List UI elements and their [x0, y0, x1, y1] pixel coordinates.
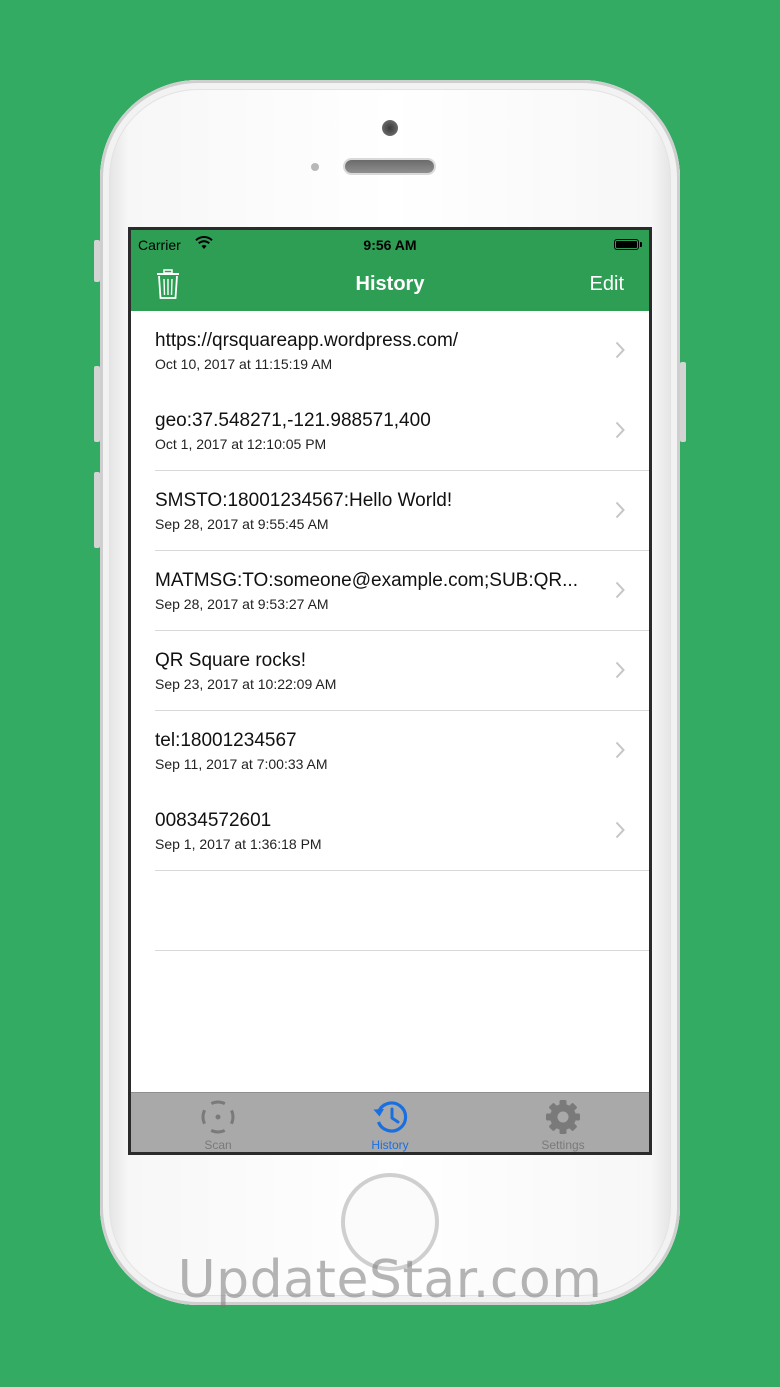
empty-row [131, 871, 649, 951]
tab-label: Scan [204, 1138, 232, 1152]
list-item[interactable]: MATMSG:TO:someone@example.com;SUB:QR... … [131, 551, 649, 631]
front-camera [382, 120, 398, 136]
item-title: geo:37.548271,-121.988571,400 [155, 410, 431, 431]
item-title: https://qrsquareapp.wordpress.com/ [155, 330, 459, 351]
item-date: Sep 1, 2017 at 1:36:18 PM [155, 836, 322, 852]
chevron-right-icon [615, 821, 625, 839]
tab-scan[interactable]: Scan [158, 1093, 278, 1152]
item-title: MATMSG:TO:someone@example.com;SUB:QR... [155, 570, 578, 591]
item-date: Sep 28, 2017 at 9:53:27 AM [155, 596, 329, 612]
item-title: tel:18001234567 [155, 730, 297, 751]
proximity-sensor [311, 163, 319, 171]
list-item[interactable]: https://qrsquareapp.wordpress.com/ Oct 1… [131, 311, 649, 391]
tab-bar: Scan History Settings [131, 1092, 649, 1152]
page-title: History [355, 273, 425, 295]
item-date: Oct 10, 2017 at 11:15:19 AM [155, 356, 333, 372]
gear-icon [546, 1100, 580, 1134]
chevron-right-icon [615, 581, 625, 599]
item-date: Sep 28, 2017 at 9:55:45 AM [155, 516, 329, 532]
stage: Carrier 9:56 AM History Edit https://qrs… [0, 0, 780, 1387]
battery-icon [614, 239, 642, 250]
edit-button[interactable]: Edit [590, 273, 624, 296]
tab-label: History [371, 1138, 409, 1152]
scan-icon [201, 1100, 235, 1134]
row-divider [155, 950, 649, 951]
history-list: https://qrsquareapp.wordpress.com/ Oct 1… [131, 311, 649, 951]
item-date: Oct 1, 2017 at 12:10:05 PM [155, 436, 327, 452]
chevron-right-icon [615, 501, 625, 519]
screen: Carrier 9:56 AM History Edit https://qrs… [128, 227, 652, 1155]
status-time: 9:56 AM [363, 237, 417, 253]
navigation-bar: History Edit [131, 258, 649, 311]
item-title: SMSTO:18001234567:Hello World! [155, 490, 453, 511]
tab-label: Settings [541, 1138, 585, 1152]
list-item[interactable]: geo:37.548271,-121.988571,400 Oct 1, 201… [131, 391, 649, 471]
list-item[interactable]: 00834572601 Sep 1, 2017 at 1:36:18 PM [131, 791, 649, 871]
item-title: 00834572601 [155, 810, 272, 831]
item-title: QR Square rocks! [155, 650, 306, 671]
list-item[interactable]: QR Square rocks! Sep 23, 2017 at 10:22:0… [131, 631, 649, 711]
tab-settings[interactable]: Settings [503, 1093, 623, 1152]
list-item[interactable]: tel:18001234567 Sep 11, 2017 at 7:00:33 … [131, 711, 649, 791]
earpiece-speaker [345, 160, 434, 173]
list-item[interactable]: SMSTO:18001234567:Hello World! Sep 28, 2… [131, 471, 649, 551]
watermark: UpdateStar.com [177, 1250, 603, 1310]
status-bar: Carrier 9:56 AM [131, 230, 649, 258]
item-date: Sep 23, 2017 at 10:22:09 AM [155, 676, 337, 692]
item-date: Sep 11, 2017 at 7:00:33 AM [155, 756, 328, 772]
history-icon [373, 1101, 408, 1133]
chevron-right-icon [615, 421, 625, 439]
chevron-right-icon [615, 741, 625, 759]
chevron-right-icon [615, 341, 625, 359]
tab-history[interactable]: History [330, 1093, 450, 1152]
power-button [680, 362, 686, 442]
chevron-right-icon [615, 661, 625, 679]
